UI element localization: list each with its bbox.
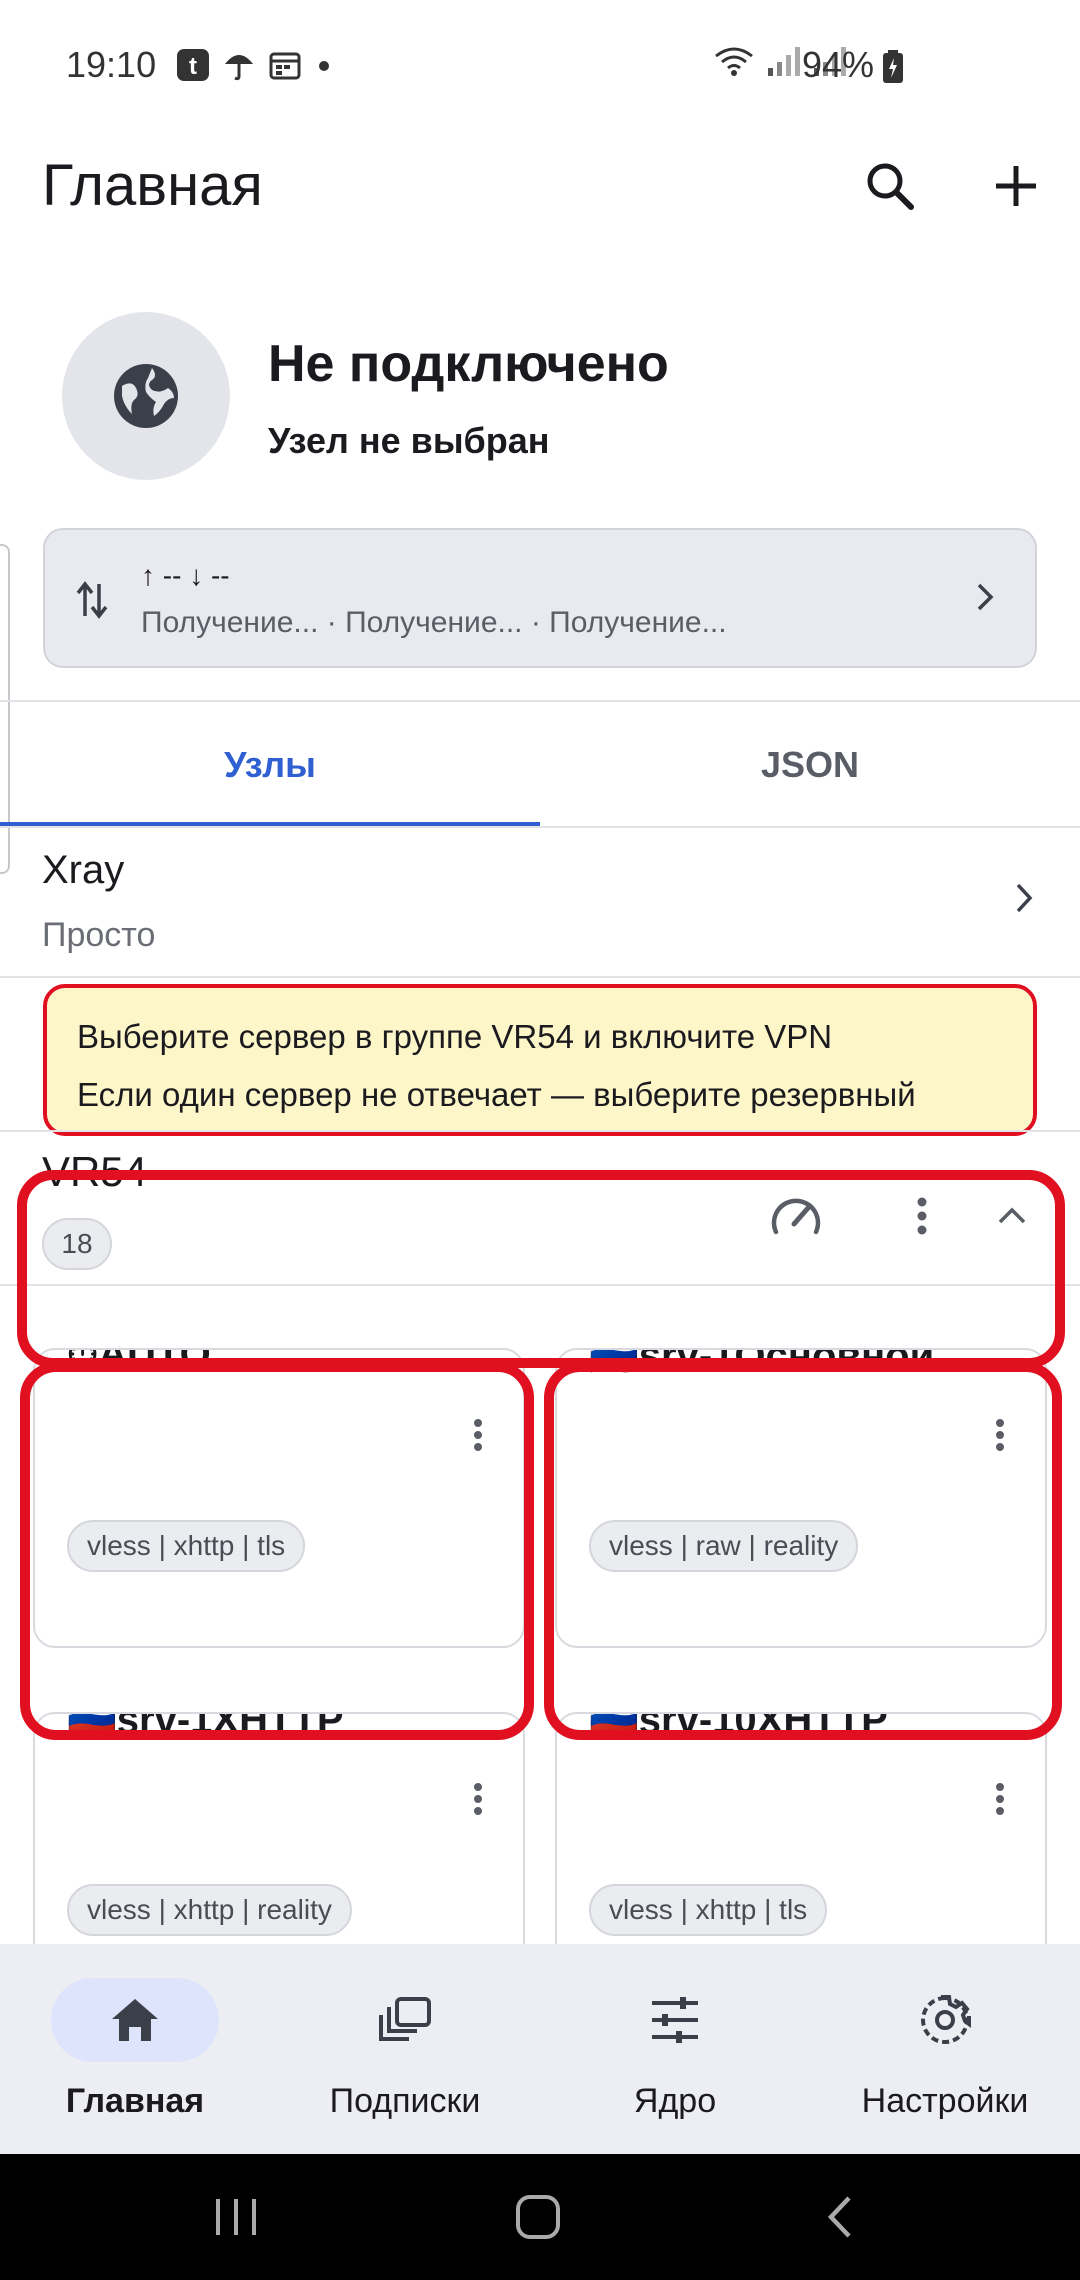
globe-badge	[62, 312, 230, 480]
gear-icon	[921, 1995, 971, 2044]
notification-icons: t	[176, 48, 334, 82]
core-selector[interactable]: Xray Просто	[0, 830, 1080, 976]
notice-line-2: Если один сервер не отвечает — выберите …	[77, 1076, 916, 1113]
home-system-button[interactable]	[498, 2184, 578, 2250]
bottom-navigation: Главная Подписки Ядро Настройки	[0, 1944, 1080, 2154]
nav-pill	[321, 1978, 489, 2062]
chevron-right-icon	[1016, 883, 1033, 913]
search-button[interactable]	[858, 154, 922, 218]
node-name: 🇷🇺srv-10XHTTP	[589, 1712, 888, 1742]
nav-pill	[591, 1978, 759, 2062]
node-name: 🇷🇺srv-1XHTTP	[67, 1712, 344, 1742]
svg-text:t: t	[189, 53, 197, 80]
group-menu-button[interactable]	[890, 1184, 954, 1248]
nav-label: Главная	[65, 2082, 205, 2120]
tab-nodes[interactable]: Узлы	[0, 702, 540, 828]
speed-test-button[interactable]	[764, 1184, 828, 1248]
tab-bar: Узлы JSON	[0, 702, 1080, 828]
page-title: Главная	[42, 153, 263, 218]
chevron-right-icon	[977, 583, 994, 611]
tumblr-icon: t	[177, 49, 209, 81]
tune-icon	[652, 1997, 698, 2043]
calendar-icon	[269, 52, 301, 80]
back-icon	[827, 2196, 851, 2238]
more-vert-icon[interactable]	[473, 1782, 483, 1816]
node-card[interactable]: 🇷🇺srv-1Основной vless | raw | reality	[555, 1348, 1047, 1648]
traffic-info: Получение... · Получение... · Получение.…	[141, 606, 727, 639]
nav-label: Ядро	[633, 2082, 717, 2120]
nav-core[interactable]: Ядро	[540, 1944, 810, 2154]
node-name: 🇷🇺srv-1Основной	[589, 1348, 935, 1378]
group-name: VR54	[42, 1148, 148, 1195]
protocol-tag: vless | xhttp | reality	[67, 1884, 352, 1936]
nav-subscriptions[interactable]: Подписки	[270, 1944, 540, 2154]
collapse-button[interactable]	[980, 1184, 1044, 1248]
status-bar: 19:10 t 94%	[0, 0, 1080, 130]
divider	[0, 1284, 1080, 1286]
divider	[0, 976, 1080, 978]
status-time: 19:10	[66, 44, 157, 85]
connection-subtitle: Узел не выбран	[268, 420, 550, 461]
more-vert-icon	[917, 1197, 927, 1235]
home-icon	[112, 1999, 158, 2041]
swap-vert-icon	[76, 581, 108, 619]
battery-icon	[883, 50, 903, 83]
node-name: ⏱AUTO	[67, 1348, 211, 1376]
more-vert-icon[interactable]	[995, 1418, 1005, 1452]
wifi-icon	[715, 47, 753, 76]
nav-label: Настройки	[861, 2082, 1029, 2120]
nav-pill	[861, 1978, 1029, 2062]
notice-banner: Выберите сервер в группе VR54 и включите…	[43, 984, 1037, 1136]
system-navigation	[0, 2154, 1080, 2280]
core-title: Xray	[42, 848, 125, 892]
notice-line-1: Выберите сервер в группе VR54 и включите…	[77, 1018, 833, 1055]
search-icon	[867, 163, 914, 210]
battery-percent: 94%	[801, 44, 874, 85]
recents-button[interactable]	[196, 2184, 276, 2250]
more-vert-icon[interactable]	[995, 1782, 1005, 1816]
protocol-tag: vless | raw | reality	[589, 1520, 859, 1572]
signal-icon-1	[768, 47, 800, 76]
divider	[0, 826, 1080, 828]
group-header[interactable]: VR54 18	[0, 1132, 1080, 1286]
dot-icon	[319, 61, 329, 71]
plus-icon	[996, 166, 1036, 206]
add-button[interactable]	[984, 154, 1048, 218]
umbrella-icon	[225, 55, 253, 81]
protocol-tag: vless | xhttp | tls	[67, 1520, 306, 1572]
connection-status[interactable]: Не подключено Узел не выбран	[62, 312, 1022, 482]
back-button[interactable]	[800, 2184, 880, 2250]
recents-icon	[216, 2199, 256, 2235]
node-count-badge: 18	[42, 1218, 112, 1270]
more-vert-icon[interactable]	[473, 1418, 483, 1452]
subscriptions-icon	[379, 1997, 431, 2041]
nav-settings[interactable]: Настройки	[810, 1944, 1080, 2154]
traffic-speeds: ↑ -- ↓ --	[141, 560, 230, 591]
traffic-card[interactable]: ↑ -- ↓ -- Получение... · Получение... · …	[43, 528, 1037, 668]
node-card[interactable]: ⏱AUTO vless | xhttp | tls	[33, 1348, 525, 1648]
nav-home[interactable]: Главная	[0, 1944, 270, 2154]
nav-label: Подписки	[329, 2082, 481, 2120]
globe-icon	[114, 364, 178, 428]
home-square-icon	[516, 2195, 560, 2239]
protocol-tag: vless | xhttp | tls	[589, 1884, 828, 1936]
core-subtitle: Просто	[42, 916, 156, 954]
chevron-up-icon	[998, 1207, 1026, 1224]
connection-title: Не подключено	[268, 335, 669, 393]
app-bar: Главная	[0, 140, 1080, 230]
nav-pill	[51, 1978, 219, 2062]
tab-json[interactable]: JSON	[540, 702, 1080, 828]
speedometer-icon	[771, 1198, 821, 1235]
